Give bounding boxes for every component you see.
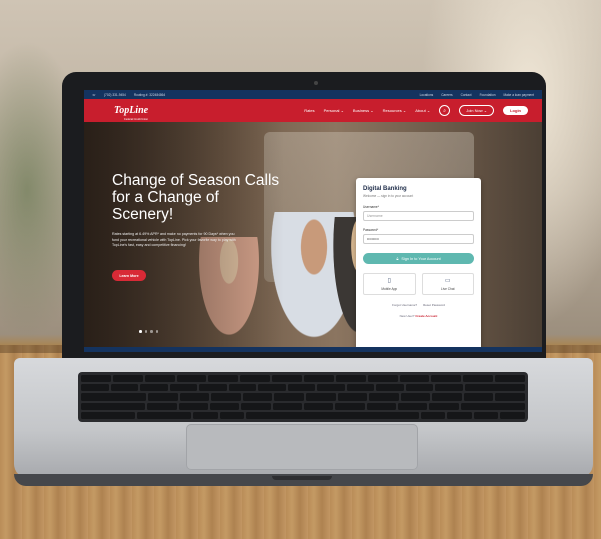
- laptop-screen: ☏ (702) 331-9454 Routing #: 322484864 Lo…: [84, 90, 542, 352]
- live-chat-label: Live Chat: [441, 286, 455, 291]
- signup-line: New User? Create Account: [363, 314, 474, 318]
- carousel-dot[interactable]: [150, 330, 153, 333]
- hero-text: Rates starting at 6.49% APR* and make no…: [112, 232, 236, 248]
- password-label: Password*: [363, 228, 379, 232]
- live-chat-tile[interactable]: ▭ Live Chat: [421, 273, 474, 295]
- hero-title: Change of Season Calls for a Change of S…: [112, 172, 280, 223]
- chevron-down-icon: ⌄: [402, 108, 407, 113]
- carousel-dot[interactable]: [139, 330, 142, 333]
- nav-resources-label: Resources: [382, 108, 402, 113]
- username-input[interactable]: Username: [363, 211, 474, 221]
- utility-link-foundation[interactable]: Foundation: [480, 93, 496, 97]
- chevron-down-icon: ⌄: [340, 108, 344, 113]
- login-title: Digital Banking: [363, 186, 407, 192]
- sign-in-button[interactable]: 🔒︎ Sign In to Your Account: [363, 253, 474, 264]
- utility-link-careers[interactable]: Careers: [441, 93, 452, 97]
- laptop-notch: [272, 476, 332, 480]
- learn-more-button[interactable]: Learn More: [112, 270, 146, 281]
- carousel-dot[interactable]: [155, 330, 158, 333]
- search-icon[interactable]: ⌕: [439, 105, 451, 116]
- logo-subtitle: Federal Credit Union: [124, 118, 149, 121]
- mobile-app-tile[interactable]: ▯ Mobile App: [363, 273, 416, 295]
- utility-bar: ☏ (702) 331-9454 Routing #: 322484864 Lo…: [84, 90, 542, 99]
- trackpad: [186, 424, 418, 470]
- chevron-down-icon: ⌄: [370, 108, 374, 113]
- new-user-text: New User?: [399, 314, 415, 318]
- login-subtitle: Welcome — sign in to your account: [363, 194, 414, 198]
- phone-icon: ☏: [92, 92, 96, 97]
- routing-number: Routing #: 322484864: [133, 92, 166, 97]
- main-nav: Rates Personal ⌄ Business ⌄ Resources ⌄ …: [304, 105, 528, 116]
- hero-bottom-strip: [84, 347, 542, 352]
- sign-in-label: Sign In to Your Account: [401, 256, 441, 261]
- join-now-label: Join Now: [466, 108, 483, 113]
- forgot-username-link[interactable]: Forgot Username?: [392, 303, 417, 307]
- site-header: TopLine Federal Credit Union Rates Perso…: [84, 99, 542, 122]
- username-label: Username*: [363, 205, 379, 209]
- webcam: [314, 81, 318, 85]
- login-panel: Digital Banking Welcome — sign in to you…: [356, 178, 481, 347]
- quick-tiles: ▯ Mobile App ▭ Live Chat: [363, 273, 474, 295]
- keyboard: [78, 372, 528, 422]
- logo-text: TopLine: [114, 105, 149, 116]
- password-input[interactable]: ••••••••••: [363, 234, 474, 244]
- chevron-down-icon: ⌄: [426, 108, 431, 113]
- mobile-icon: ▯: [387, 277, 391, 284]
- nav-business-label: Business: [352, 108, 370, 113]
- carousel-dots: [139, 330, 158, 333]
- nav-personal-label: Personal: [323, 108, 340, 113]
- utility-link-locations[interactable]: Locations: [420, 93, 434, 97]
- nav-about[interactable]: About ⌄: [415, 108, 430, 113]
- nav-about-label: About: [415, 108, 426, 113]
- nav-personal[interactable]: Personal ⌄: [324, 108, 344, 113]
- nav-rates[interactable]: Rates: [304, 108, 314, 113]
- reset-password-link[interactable]: Reset Password: [423, 303, 445, 307]
- create-account-link[interactable]: Create Account: [415, 314, 437, 318]
- nav-business[interactable]: Business ⌄: [353, 108, 374, 113]
- hero-banner: Change of Season Calls for a Change of S…: [84, 122, 542, 347]
- carousel-dot[interactable]: [144, 330, 147, 333]
- chat-icon: ▭: [444, 277, 451, 284]
- login-button[interactable]: Login: [503, 106, 528, 115]
- phone-number[interactable]: (702) 331-9454: [104, 93, 126, 97]
- mobile-app-label: Mobile App: [381, 286, 398, 291]
- recovery-links: Forgot Username? Reset Password: [363, 303, 474, 307]
- utility-link-contact[interactable]: Contact: [461, 93, 472, 97]
- lock-icon: 🔒︎: [396, 256, 399, 261]
- utility-link-loan-payment[interactable]: Make a loan payment: [504, 93, 534, 97]
- logo[interactable]: TopLine Federal Credit Union: [114, 100, 149, 122]
- nav-resources[interactable]: Resources ⌄: [383, 108, 407, 113]
- join-now-button[interactable]: Join Now ⌄: [459, 105, 495, 116]
